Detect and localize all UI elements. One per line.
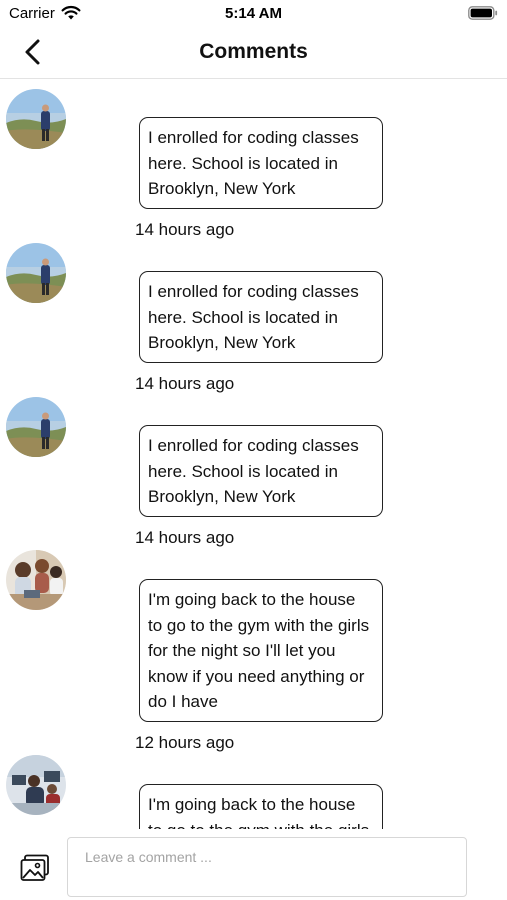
- avatar[interactable]: [6, 550, 66, 610]
- comment-text: I enrolled for coding classes here. Scho…: [139, 425, 383, 517]
- comment-text: I enrolled for coding classes here. Scho…: [139, 117, 383, 209]
- avatar[interactable]: [6, 243, 66, 303]
- avatar[interactable]: [6, 397, 66, 457]
- page-title: Comments: [199, 40, 308, 63]
- attach-image-button[interactable]: [20, 854, 50, 882]
- comment-input[interactable]: [67, 837, 467, 897]
- image-icon: [20, 854, 49, 881]
- avatar[interactable]: [6, 755, 66, 815]
- battery-icon: [468, 6, 498, 20]
- comments-list[interactable]: I enrolled for coding classes here. Scho…: [0, 79, 507, 829]
- comment-time: 14 hours ago: [135, 374, 235, 393]
- clock: 5:14 AM: [225, 5, 282, 22]
- status-bar: Carrier 5:14 AM: [0, 0, 507, 28]
- comment-time: 14 hours ago: [135, 220, 235, 239]
- comment-composer: [0, 829, 507, 900]
- comments-screen: Carrier 5:14 AM Comments I enrolled for …: [0, 0, 507, 900]
- nav-bar: Comments: [0, 28, 507, 79]
- comment-text: I'm going back to the house to go to the…: [139, 579, 383, 722]
- comment-time: 12 hours ago: [135, 733, 235, 752]
- comment-text: I'm going back to the house to go to the…: [139, 784, 383, 829]
- avatar[interactable]: [6, 89, 66, 149]
- comment-time: 14 hours ago: [135, 528, 235, 547]
- comment-text: I enrolled for coding classes here. Scho…: [139, 271, 383, 363]
